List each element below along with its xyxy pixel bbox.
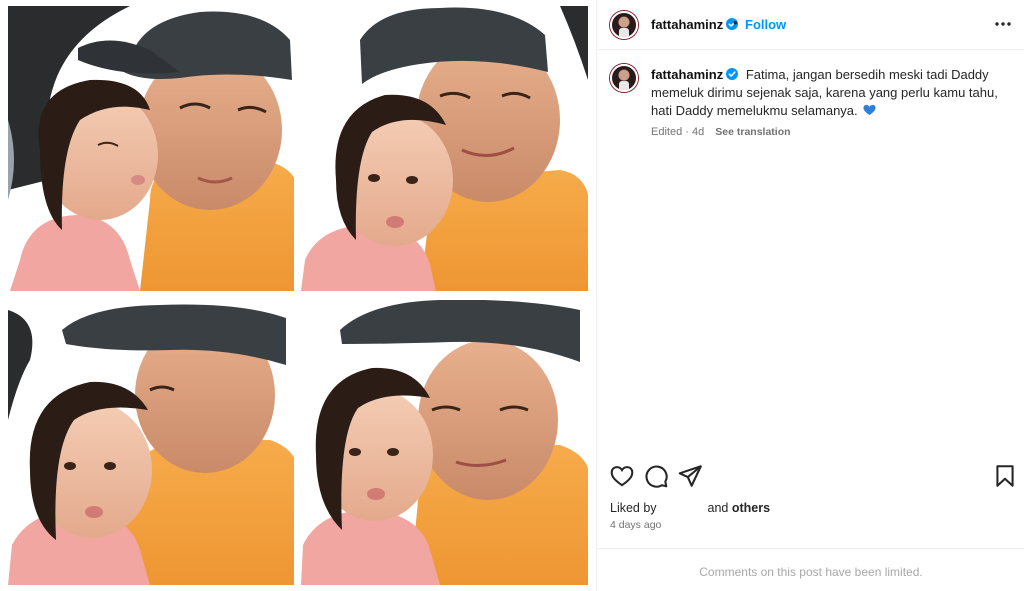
bookmark-icon[interactable] xyxy=(992,463,1018,489)
more-options-icon[interactable] xyxy=(993,16,1013,32)
comment-icon[interactable] xyxy=(643,463,669,489)
and-label: and xyxy=(707,501,729,515)
caption-username[interactable]: fattahaminz xyxy=(651,67,739,82)
photo-kiss-forehead xyxy=(8,300,294,585)
photo-kiss-cheek xyxy=(8,6,294,291)
comments-section: Comments on this post have been limited. xyxy=(597,548,1024,591)
others-link[interactable]: others xyxy=(732,501,770,515)
edited-label: Edited · 4d xyxy=(651,126,705,138)
username-text[interactable]: fattahaminz xyxy=(651,17,723,32)
action-bar xyxy=(597,463,1024,491)
username-link[interactable]: fattahaminz xyxy=(651,17,739,32)
caption-text: fattahaminz Fatima, jangan bersedih mesk… xyxy=(651,66,1001,120)
header-separator: • xyxy=(733,15,738,30)
caption-username-text[interactable]: fattahaminz xyxy=(651,67,723,82)
post-header: fattahaminz • Follow xyxy=(597,0,1024,50)
caption-meta: Edited · 4d See translation xyxy=(651,126,1001,138)
comments-limited-notice: Comments on this post have been limited. xyxy=(699,565,923,579)
share-icon[interactable] xyxy=(677,463,703,489)
post-details-panel: fattahaminz • Follow fattahaminz Fatima,… xyxy=(596,0,1024,591)
heart-icon[interactable] xyxy=(609,463,635,489)
post-image[interactable] xyxy=(0,0,596,591)
photo-cheek-to-cheek xyxy=(301,6,588,291)
caption-body: fattahaminz Fatima, jangan bersedih mesk… xyxy=(651,66,1001,138)
blue-heart-icon xyxy=(863,104,876,116)
liked-by-line: Liked by and others xyxy=(610,501,770,515)
photo-smiling-selfie xyxy=(301,300,588,585)
follow-button[interactable]: Follow xyxy=(745,17,786,32)
caption-avatar[interactable] xyxy=(610,64,638,92)
liked-by-label: Liked by xyxy=(610,501,657,515)
see-translation-link[interactable]: See translation xyxy=(715,126,790,138)
avatar[interactable] xyxy=(610,11,638,39)
verified-badge-icon xyxy=(726,68,739,80)
post-timestamp[interactable]: 4 days ago xyxy=(610,519,661,531)
